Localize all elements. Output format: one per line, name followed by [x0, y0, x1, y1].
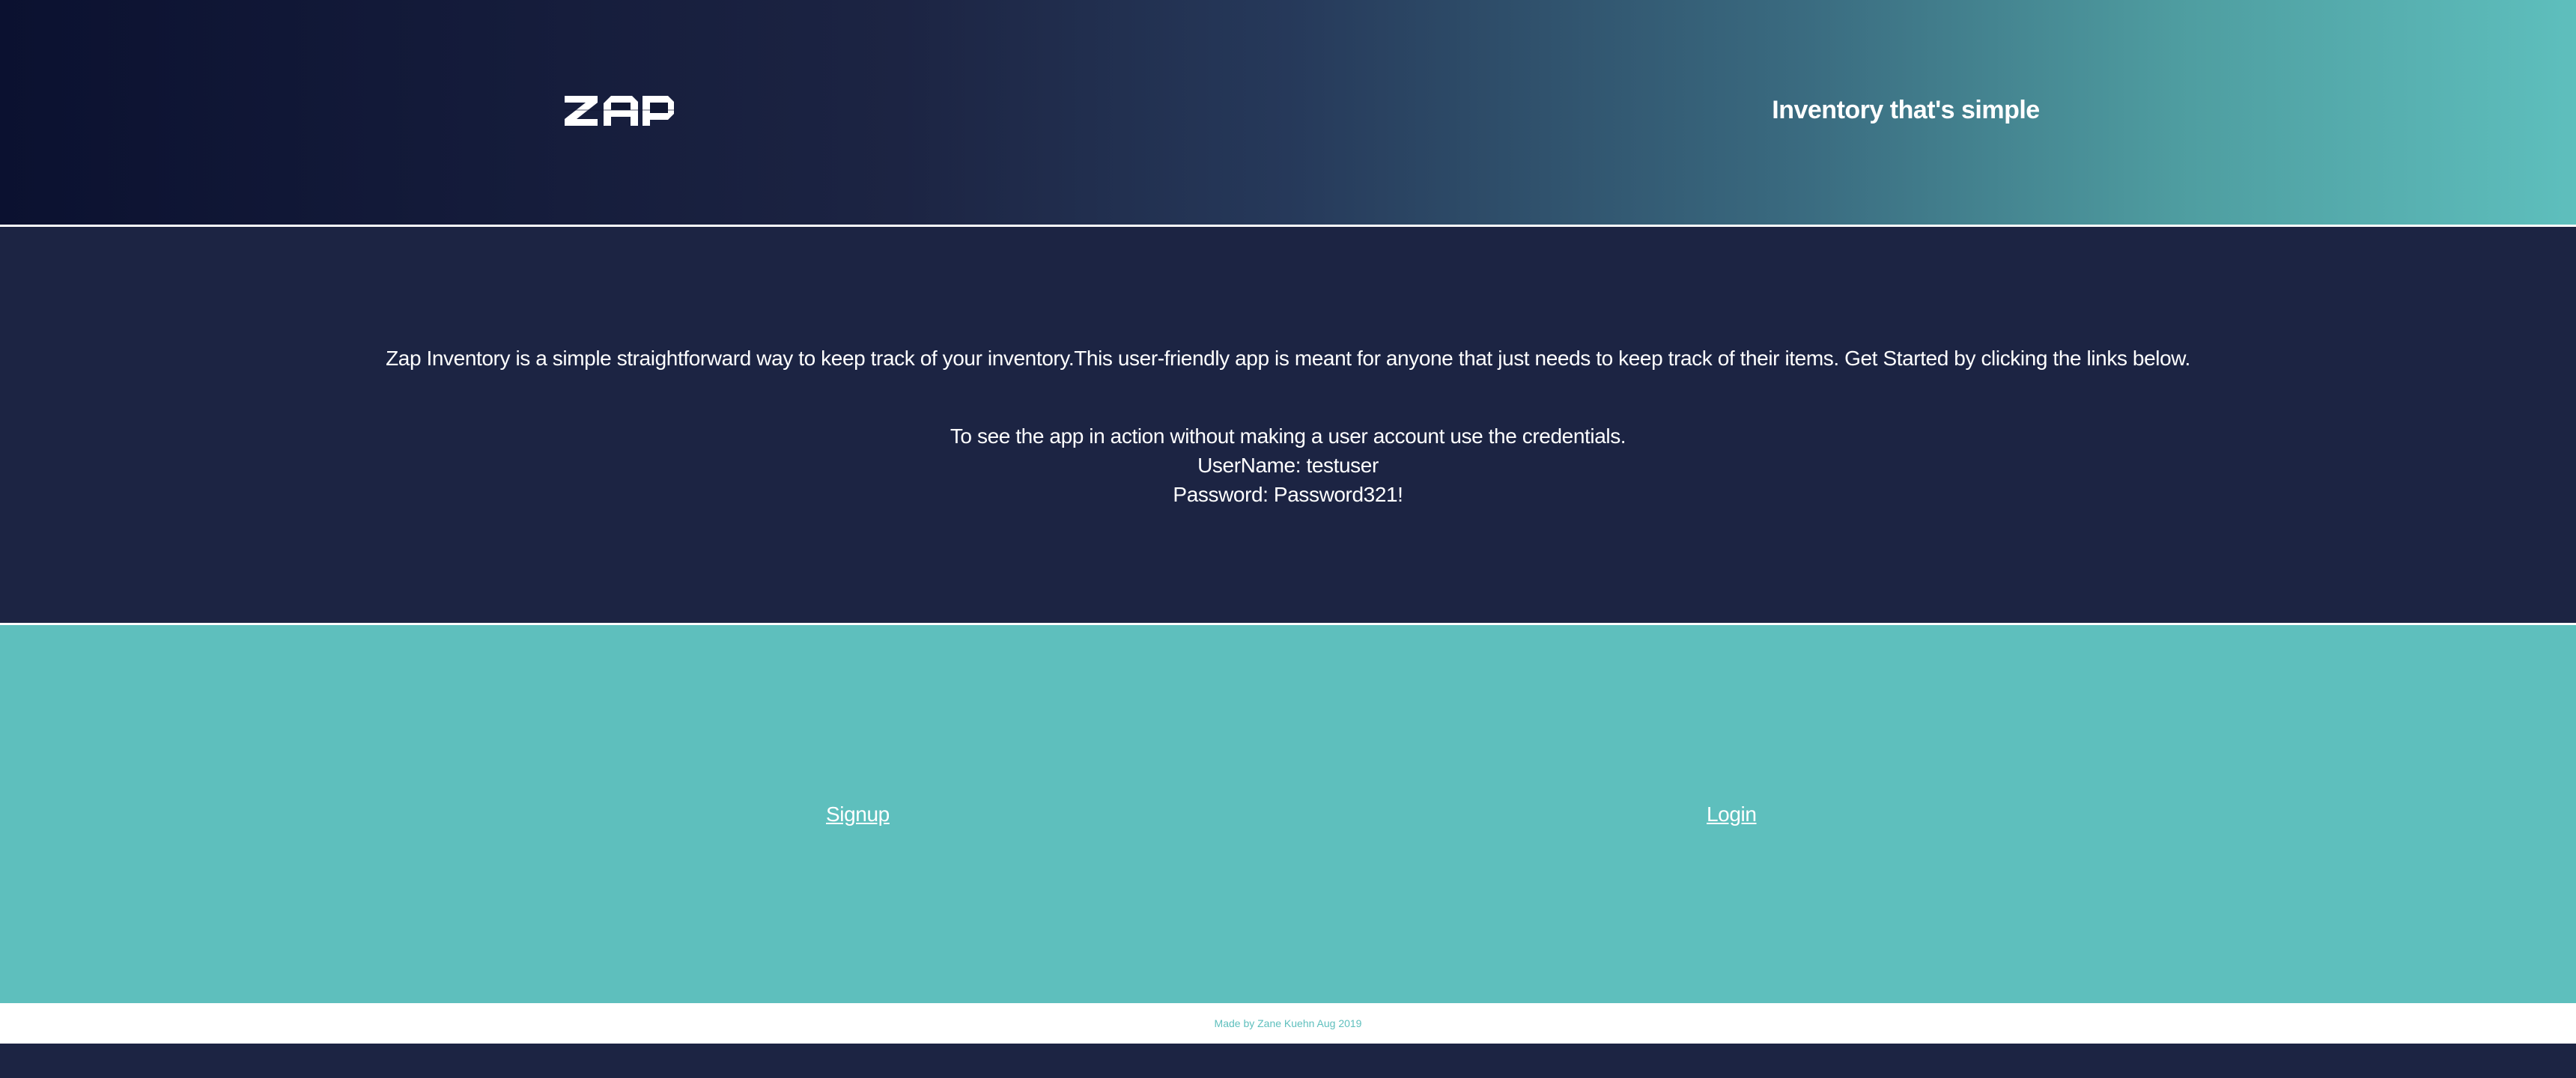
header-tagline: Inventory that's simple	[1772, 96, 2040, 124]
credentials-intro: To see the app in action without making …	[950, 424, 1626, 448]
auth-links-section	[0, 625, 2576, 1003]
bottom-band	[0, 1044, 2576, 1078]
signup-link[interactable]: Signup	[826, 803, 890, 826]
intro-description: Zap Inventory is a simple straightforwar…	[386, 347, 2190, 370]
zap-logo	[563, 88, 675, 133]
credentials-password: Password: Password321!	[1173, 483, 1403, 506]
login-link[interactable]: Login	[1707, 803, 1757, 826]
zap-logo-mark	[565, 96, 674, 126]
credentials-username: UserName: testuser	[1197, 454, 1379, 477]
demo-credentials: To see the app in action without making …	[0, 421, 2576, 509]
footer-credit: Made by Zane Kuehn Aug 2019	[1214, 1017, 1362, 1029]
header-banner	[0, 0, 2576, 225]
